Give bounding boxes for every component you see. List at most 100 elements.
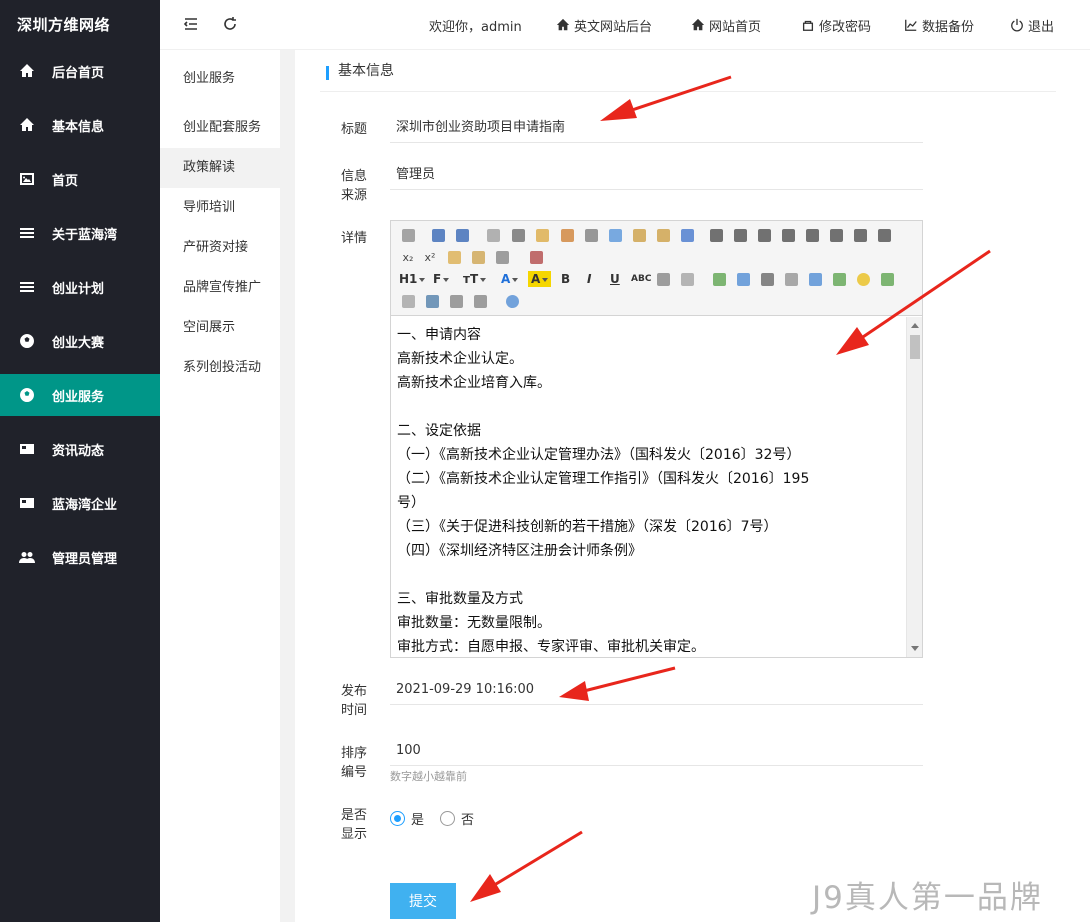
template-icon[interactable] [534,227,550,243]
paste-glyph [632,228,646,242]
select-all-icon[interactable] [494,249,510,265]
help-icon[interactable] [504,293,520,309]
submenu-item-2[interactable]: 政策解读 [160,148,280,188]
publish-time-input[interactable] [390,675,923,705]
change-password-link[interactable]: 修改密码 [801,0,871,50]
submenu-item-5[interactable]: 品牌宣传推广 [160,268,280,308]
submenu-item-7[interactable]: 系列创投活动 [160,348,280,388]
outdent-icon[interactable] [876,227,892,243]
scrollbar-thumb[interactable] [910,335,920,359]
sidebar-item-1[interactable]: 基本信息 [0,104,160,146]
underline-button[interactable]: U [610,271,620,287]
eraser-icon[interactable] [679,271,695,287]
en-admin-label: 英文网站后台 [574,19,653,35]
link-image-icon[interactable] [711,271,727,287]
table-icon[interactable] [807,271,823,287]
logout-link[interactable]: 退出 [1010,0,1054,50]
title-input[interactable] [390,113,923,143]
heading-dropdown[interactable]: H1 [399,271,426,287]
sort-input[interactable] [390,736,923,766]
site-home-link[interactable]: 网站首页 [691,0,761,50]
sidebar-item-3[interactable]: 关于蓝海湾 [0,212,160,254]
print-icon[interactable] [510,227,526,243]
image-upload-icon[interactable] [879,271,895,287]
align-center-icon[interactable] [732,227,748,243]
bg-color-dropdown[interactable]: A [528,271,552,287]
paste-word-icon[interactable] [679,227,695,243]
italic-button[interactable]: I [587,271,591,287]
site-home-label: 网站首页 [709,19,762,35]
subscript-icon[interactable]: x₂ [400,249,416,265]
sidebar-item-5[interactable]: 创业大赛 [0,320,160,362]
sidebar-item-6[interactable]: 创业服务 [0,374,160,416]
editor-scrollbar[interactable] [906,317,922,657]
editor-line: 号） [397,495,425,511]
sidebar-item-label: 资讯动态 [52,443,105,459]
align-right-icon[interactable] [756,227,772,243]
superscript-icon[interactable]: x² [422,249,438,265]
page-break-icon[interactable] [400,293,416,309]
emoji-icon[interactable] [855,271,871,287]
align-left-icon[interactable] [708,227,724,243]
sort-hint: 数字越小越靠前 [390,770,467,783]
strikethrough-button[interactable]: ABC [631,271,651,287]
section-title-bar [326,66,329,80]
sidebar-item-9[interactable]: 管理员管理 [0,536,160,578]
source-input[interactable] [390,160,923,190]
show-no-radio[interactable]: 否 [440,809,474,828]
submenu-item-0[interactable]: 创业服务 [160,59,280,99]
backup-link[interactable]: 数据备份 [904,0,974,50]
sidebar-item-4[interactable]: 创业计划 [0,266,160,308]
preview-icon[interactable] [485,227,501,243]
editor-line: （一）《高新技术企业认定管理办法》（国科发火〔2016〕32号） [397,447,801,463]
clear-format-icon[interactable] [446,249,462,265]
sidebar-item-8[interactable]: 蓝海湾企业 [0,482,160,524]
format-brush-icon[interactable] [470,249,486,265]
scroll-up-icon[interactable] [911,323,919,328]
indent-icon[interactable] [852,227,868,243]
align-justify-icon[interactable] [780,227,796,243]
link-icon[interactable] [448,293,464,309]
bold-button[interactable]: B [561,271,570,287]
copy-icon[interactable] [607,227,623,243]
unordered-list-icon[interactable] [828,227,844,243]
unlink-icon[interactable] [472,293,488,309]
submit-button[interactable]: 提交 [390,883,456,919]
ordered-list-icon[interactable] [804,227,820,243]
font-size-dropdown[interactable]: тT [463,271,487,287]
horizontal-rule-icon[interactable] [655,271,671,287]
editor-content[interactable]: 一、申请内容 高新技术企业认定。 高新技术企业培育入库。 二、设定依据 （一）《高新技术… [391,317,906,657]
anchor-icon[interactable] [424,293,440,309]
redo-icon[interactable] [454,227,470,243]
sidebar-item-0[interactable]: 后台首页 [0,50,160,92]
submenu-item-6[interactable]: 空间展示 [160,308,280,348]
refresh-icon[interactable] [221,15,239,33]
collapse-menu-icon[interactable] [182,15,200,33]
font-color-dropdown[interactable]: A [501,271,519,287]
show-yes-radio[interactable]: 是 [390,809,424,828]
scroll-down-icon[interactable] [911,646,919,651]
attachment-icon[interactable] [783,271,799,287]
undo-icon[interactable] [430,227,446,243]
sidebar-item-2[interactable]: 首页 [0,158,160,200]
source-icon[interactable] [400,227,416,243]
fullscreen-icon[interactable] [528,249,544,265]
map-icon[interactable] [735,271,751,287]
video-icon[interactable] [759,271,775,287]
paste-icon[interactable] [631,227,647,243]
cut-icon[interactable] [583,227,599,243]
submenu-item-1[interactable]: 创业配套服务 [160,108,280,148]
en-admin-link[interactable]: 英文网站后台 [556,0,652,50]
sort-label-line2: 编号 [341,765,368,780]
insert-row-icon[interactable] [831,271,847,287]
paste-text-icon[interactable] [655,227,671,243]
preview-glyph [486,228,500,242]
submenu-item-4[interactable]: 产研资对接 [160,228,280,268]
sidebar-item-7[interactable]: 资讯动态 [0,428,160,470]
font-family-dropdown[interactable]: F [433,271,450,287]
submenu-item-3[interactable]: 导师培训 [160,188,280,228]
page-break-glyph [401,294,415,308]
code-icon[interactable] [559,227,575,243]
home-icon [691,18,705,31]
editor-line: 三、审批数量及方式 [397,591,523,607]
